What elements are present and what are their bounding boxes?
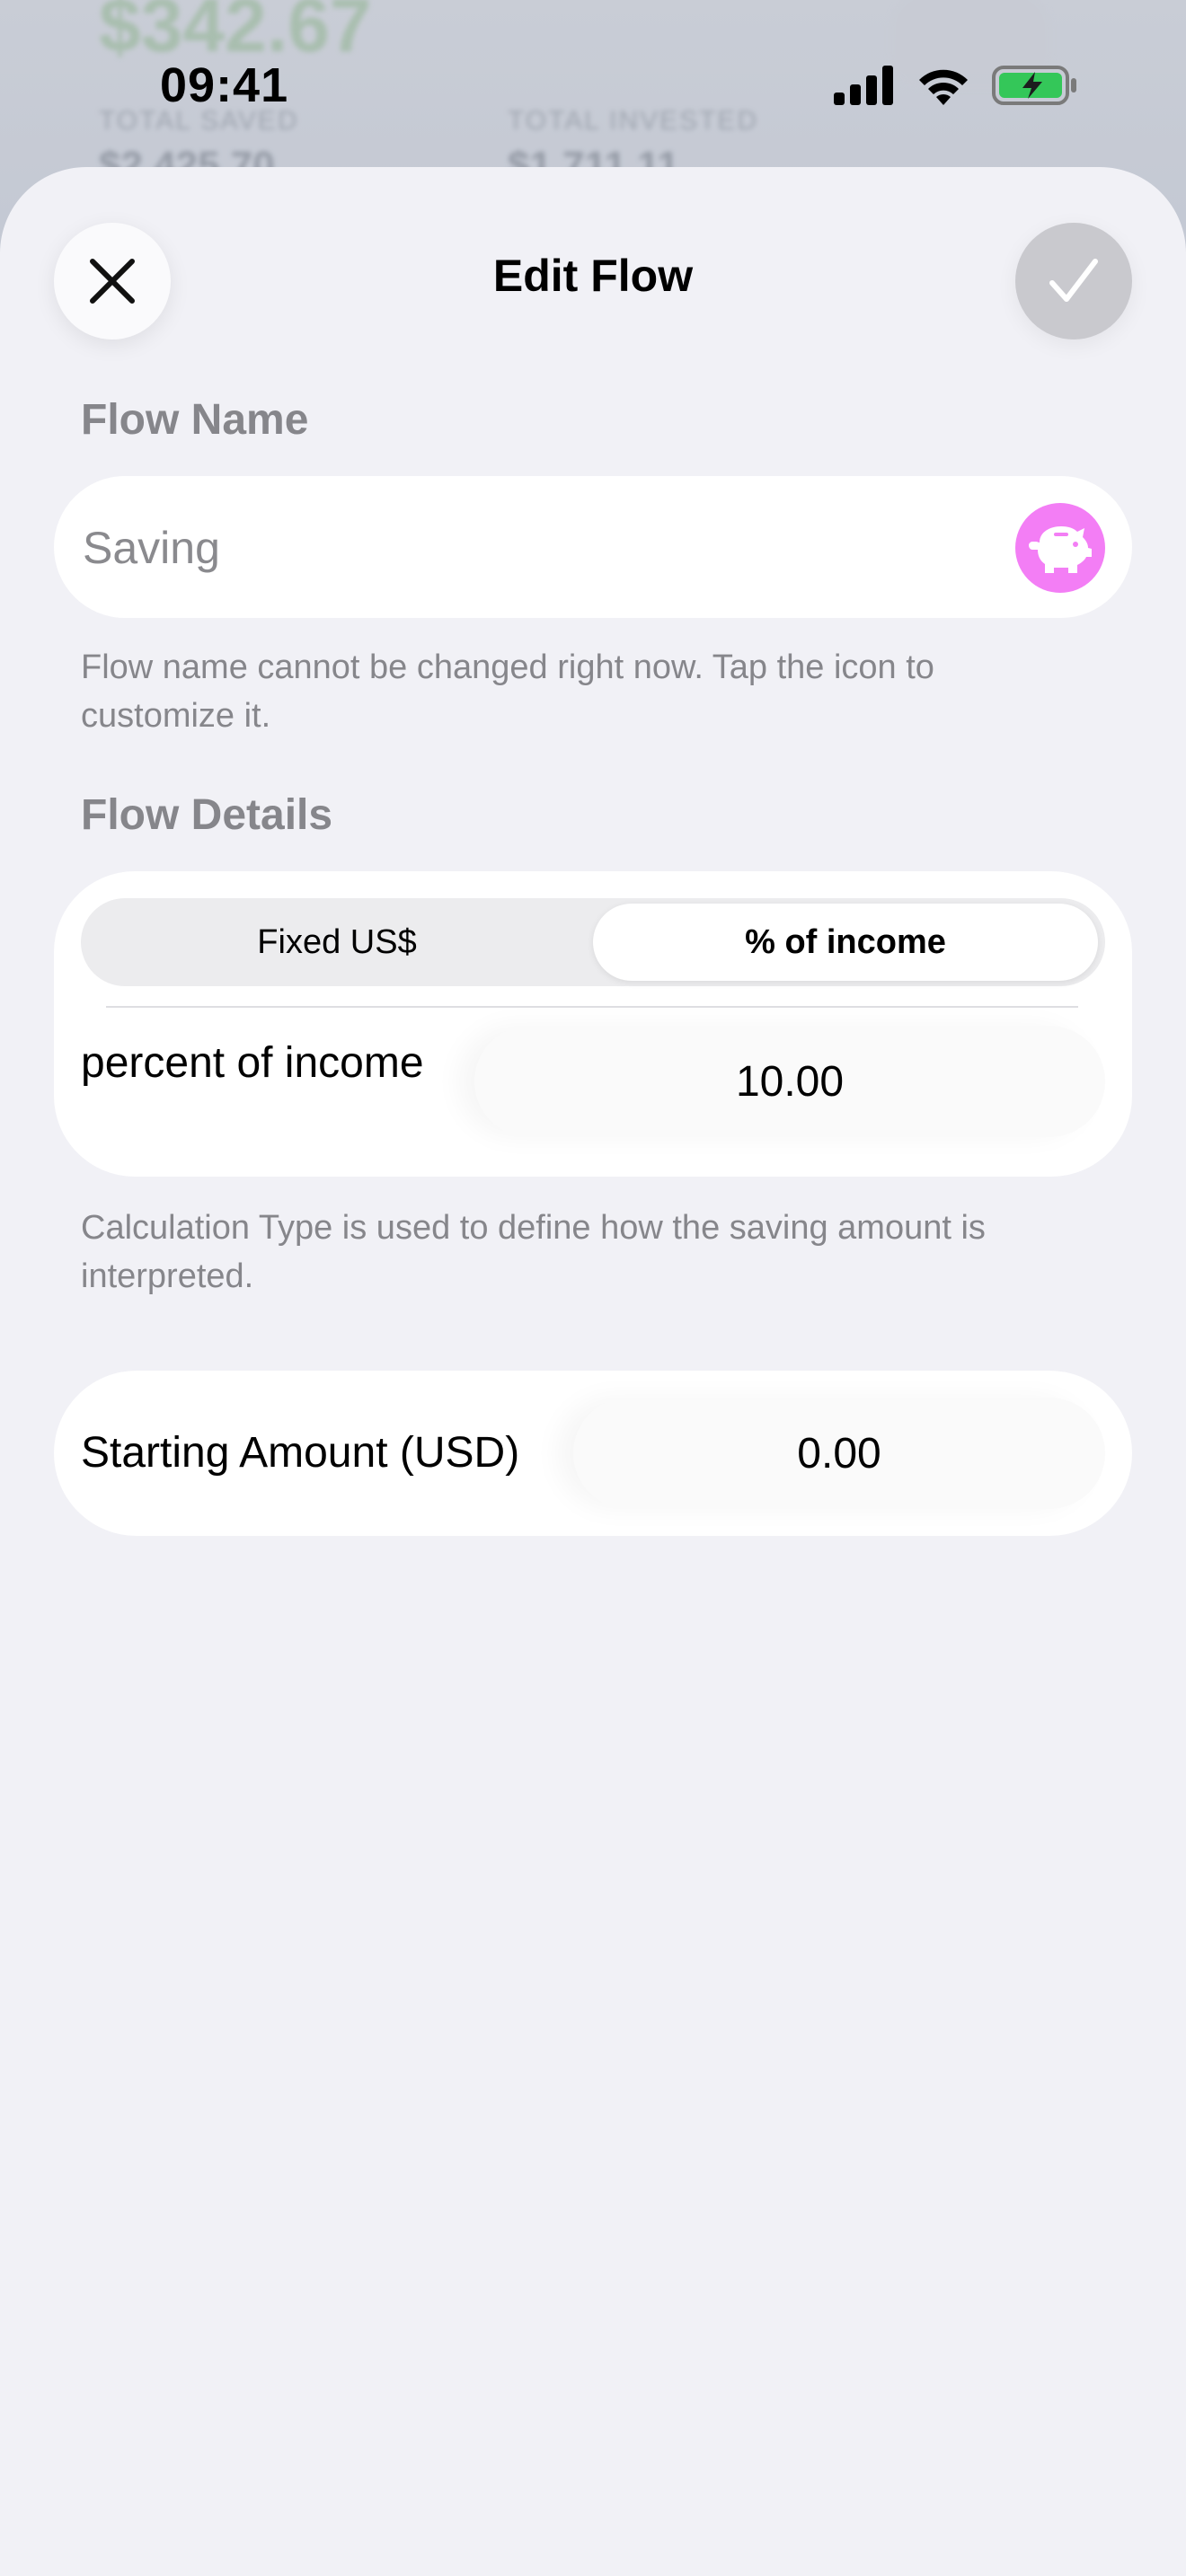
wifi-icon <box>919 69 968 105</box>
confirm-button[interactable] <box>1015 223 1132 340</box>
calculation-type-segmented-control[interactable]: Fixed US$ % of income <box>81 898 1105 986</box>
flow-details-section-header: Flow Details <box>81 791 333 839</box>
starting-amount-field[interactable]: 0.00 <box>573 1398 1105 1509</box>
edit-flow-sheet: Edit Flow Flow Name Flow name cannot be … <box>0 167 1186 2576</box>
flow-details-footnote: Calculation Type is used to define how t… <box>81 1209 986 1295</box>
segment-fixed[interactable]: Fixed US$ <box>81 898 593 986</box>
flow-name-footnote: Flow name cannot be changed right now. T… <box>81 648 934 735</box>
segment-percent-of-income[interactable]: % of income <box>593 904 1098 981</box>
percent-of-income-field[interactable]: 10.00 <box>474 1026 1105 1137</box>
cellular-signal-icon <box>834 66 893 105</box>
battery-charging-icon <box>992 66 1076 105</box>
flow-name-input[interactable] <box>81 476 983 620</box>
checkmark-icon <box>1049 259 1098 302</box>
percent-of-income-label: percent of income <box>81 1039 424 1087</box>
status-icons <box>834 65 1078 106</box>
screen: $342.67 TOTAL SAVED $2,425.70 TOTAL INVE… <box>0 0 1186 2576</box>
starting-amount-card: Starting Amount (USD) 0.00 <box>54 1371 1132 1536</box>
starting-amount-label: Starting Amount (USD) <box>81 1429 520 1477</box>
piggy-bank-icon <box>1029 526 1092 573</box>
page-title: Edit Flow <box>492 251 694 301</box>
status-time: 09:41 <box>160 58 289 112</box>
flow-icon-button[interactable] <box>1015 503 1105 593</box>
flow-details-card: Fixed US$ % of income percent of income … <box>54 871 1132 1177</box>
status-bar: 09:41 <box>0 0 1186 171</box>
divider <box>106 1006 1078 1008</box>
flow-name-section-header: Flow Name <box>81 396 309 444</box>
flow-name-field[interactable] <box>54 476 1132 620</box>
